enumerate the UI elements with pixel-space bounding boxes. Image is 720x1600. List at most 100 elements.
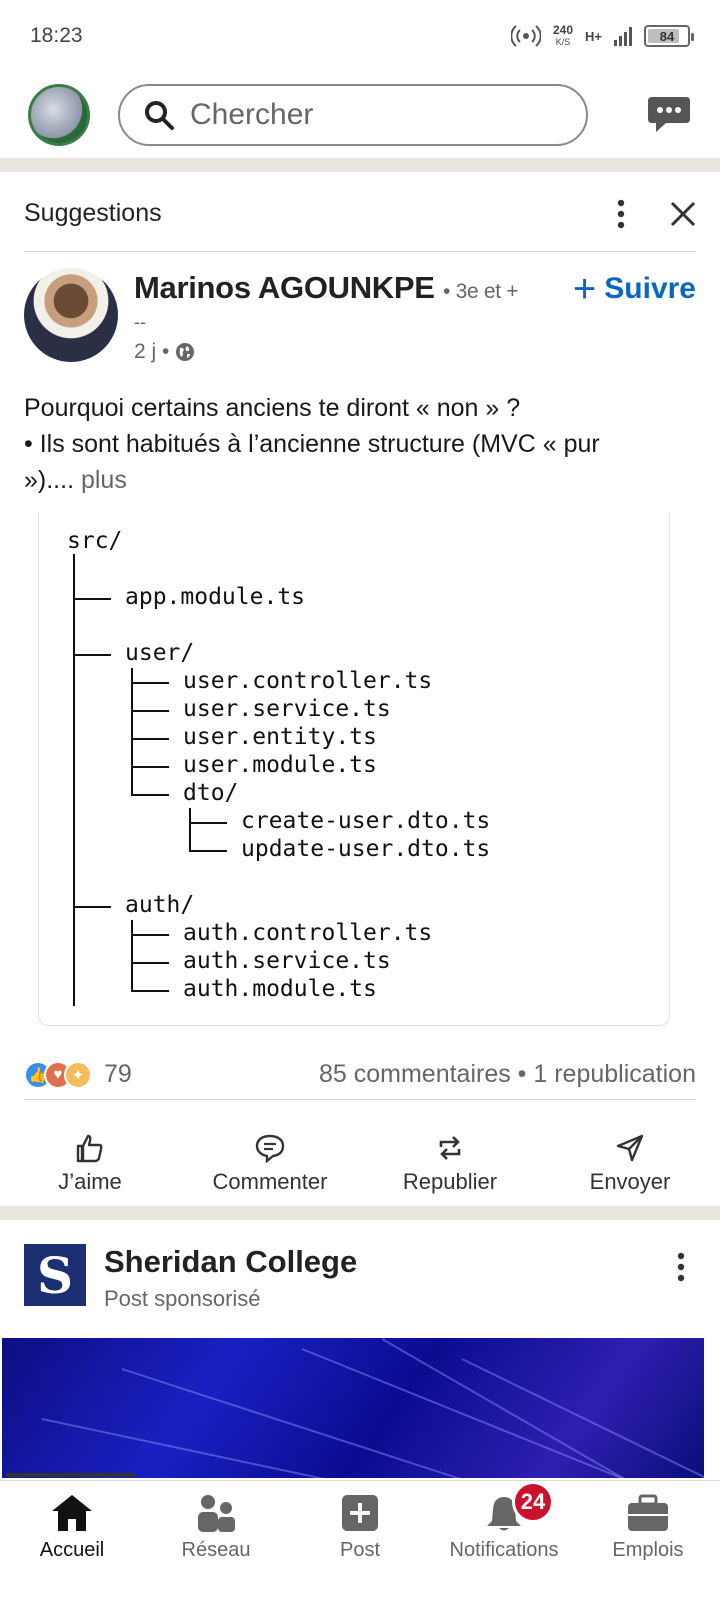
nav-network-label: Réseau	[181, 1539, 251, 1561]
net-speed-value: 240	[552, 23, 574, 37]
nav-jobs[interactable]: Emplois	[576, 1481, 720, 1600]
post-meta: 2 j •	[134, 340, 195, 364]
post-text-line: • Ils sont habitués à l’ancienne structu…	[24, 430, 600, 458]
sponsor-logo[interactable]: S	[24, 1244, 86, 1306]
scroll-indicator	[6, 1473, 136, 1477]
nav-post[interactable]: Post	[288, 1481, 432, 1600]
reaction-count[interactable]: 79	[104, 1060, 132, 1089]
sponsor-name[interactable]: Sheridan College	[104, 1244, 357, 1280]
plus-icon: +	[572, 267, 597, 311]
battery-level: 84	[659, 28, 675, 44]
repost-button[interactable]: Republier	[360, 1122, 540, 1206]
reaction-icons[interactable]: 👍 ♥ ✦	[24, 1060, 92, 1089]
tree-file: auth.service.ts	[183, 948, 391, 974]
tree-file: user.service.ts	[183, 696, 391, 722]
status-icons: 240 K/S H+ 84	[510, 24, 694, 48]
feed-divider	[0, 158, 720, 172]
tree-line	[131, 766, 169, 768]
bottom-nav: Accueil Réseau Post 24 Notifications Emp…	[0, 1480, 720, 1600]
nav-jobs-label: Emplois	[612, 1539, 684, 1561]
repost-label: Republier	[402, 1169, 498, 1194]
signal-icon	[614, 26, 632, 46]
tree-folder: dto/	[183, 780, 239, 806]
tree-file: user.entity.ts	[183, 724, 377, 750]
search-input[interactable]: Chercher	[118, 84, 588, 146]
tree-line	[131, 920, 133, 990]
post-text-line: Pourquoi certains anciens te diront « no…	[24, 394, 521, 422]
author-name: Marinos AGOUNKPE	[134, 270, 435, 305]
post-text-line-last: »).... plus	[24, 462, 696, 498]
tree-file: user.controller.ts	[183, 668, 433, 694]
see-more-link[interactable]: plus	[74, 466, 127, 494]
network-type: H+	[585, 28, 602, 44]
search-icon	[145, 101, 174, 130]
tree-folder: auth/	[125, 892, 195, 918]
send-label: Envoyer	[589, 1169, 671, 1194]
send-icon	[616, 1134, 644, 1162]
comments-reposts-count[interactable]: 85 commentaires • 1 republication	[319, 1060, 696, 1089]
follow-button[interactable]: + Suivre	[572, 267, 696, 311]
notifications-badge: 24	[512, 1481, 554, 1523]
nav-network[interactable]: Réseau	[144, 1481, 288, 1600]
net-speed: 240 K/S	[553, 24, 573, 48]
tree-line	[131, 794, 169, 796]
tree-file: create-user.dto.ts	[241, 808, 491, 834]
post-text-line: »)....	[24, 466, 75, 494]
my-profile-avatar[interactable]	[28, 84, 90, 146]
network-icon	[198, 1495, 235, 1532]
nav-home[interactable]: Accueil	[0, 1481, 144, 1600]
sponsored-image[interactable]	[2, 1338, 704, 1478]
tree-root: src/	[67, 528, 123, 554]
insightful-reaction-icon: ✦	[64, 1060, 92, 1089]
like-button[interactable]: J’aime	[0, 1122, 180, 1206]
send-button[interactable]: Envoyer	[540, 1122, 720, 1206]
comment-button[interactable]: Commenter	[180, 1122, 360, 1206]
top-header: Chercher	[0, 82, 720, 148]
tree-line	[189, 822, 227, 824]
globe-icon	[176, 343, 195, 361]
tree-line	[73, 654, 111, 656]
more-options-icon[interactable]	[676, 1252, 686, 1282]
tree-line	[189, 850, 227, 852]
sponsor-subtitle: Post sponsorisé	[104, 1286, 261, 1311]
search-placeholder: Chercher	[190, 98, 314, 131]
suggestions-header: Suggestions	[24, 176, 696, 252]
nav-notifications[interactable]: 24 Notifications	[432, 1481, 576, 1600]
post-text: Pourquoi certains anciens te diront « no…	[24, 390, 696, 498]
tree-line	[131, 710, 169, 712]
briefcase-icon	[628, 1494, 668, 1531]
repost-icon	[439, 1136, 461, 1160]
close-icon[interactable]	[670, 201, 696, 227]
status-bar: 18:23 240 K/S H+ 84	[0, 0, 720, 72]
banner-streak	[381, 1338, 695, 1478]
post-author: Marinos AGOUNKPE • 3e et + -- 2 j • + Su…	[24, 268, 696, 368]
tree-line	[131, 738, 169, 740]
more-options-icon[interactable]	[616, 199, 626, 229]
banner-streak	[41, 1418, 336, 1478]
status-time: 18:23	[30, 24, 83, 47]
nav-post-label: Post	[339, 1539, 381, 1561]
feed-divider	[0, 1206, 720, 1220]
tree-file: update-user.dto.ts	[241, 836, 491, 862]
net-speed-unit: K/S	[555, 37, 571, 47]
follow-label: Suivre	[604, 272, 696, 305]
author-degree: • 3e et +	[442, 280, 519, 303]
author-name-line[interactable]: Marinos AGOUNKPE • 3e et +	[134, 270, 519, 306]
tree-line	[131, 682, 169, 684]
tree-line	[131, 934, 169, 936]
messaging-icon[interactable]	[646, 95, 692, 135]
tree-file: auth.controller.ts	[183, 920, 433, 946]
post-time: 2 j •	[134, 340, 170, 363]
tree-folder: user/	[125, 640, 195, 666]
home-icon	[52, 1495, 92, 1531]
tree-line	[131, 962, 169, 964]
tree-file: app.module.ts	[125, 584, 306, 610]
author-avatar[interactable]	[24, 268, 118, 362]
tree-line	[73, 554, 75, 1006]
tree-file: user.module.ts	[183, 752, 377, 778]
post-image-code-tree[interactable]: src/ app.module.ts user/ user.controller…	[38, 512, 670, 1026]
tree-line	[189, 808, 191, 850]
nav-notifications-label: Notifications	[449, 1539, 559, 1561]
nav-home-label: Accueil	[39, 1539, 105, 1561]
comment-label: Commenter	[212, 1169, 328, 1194]
